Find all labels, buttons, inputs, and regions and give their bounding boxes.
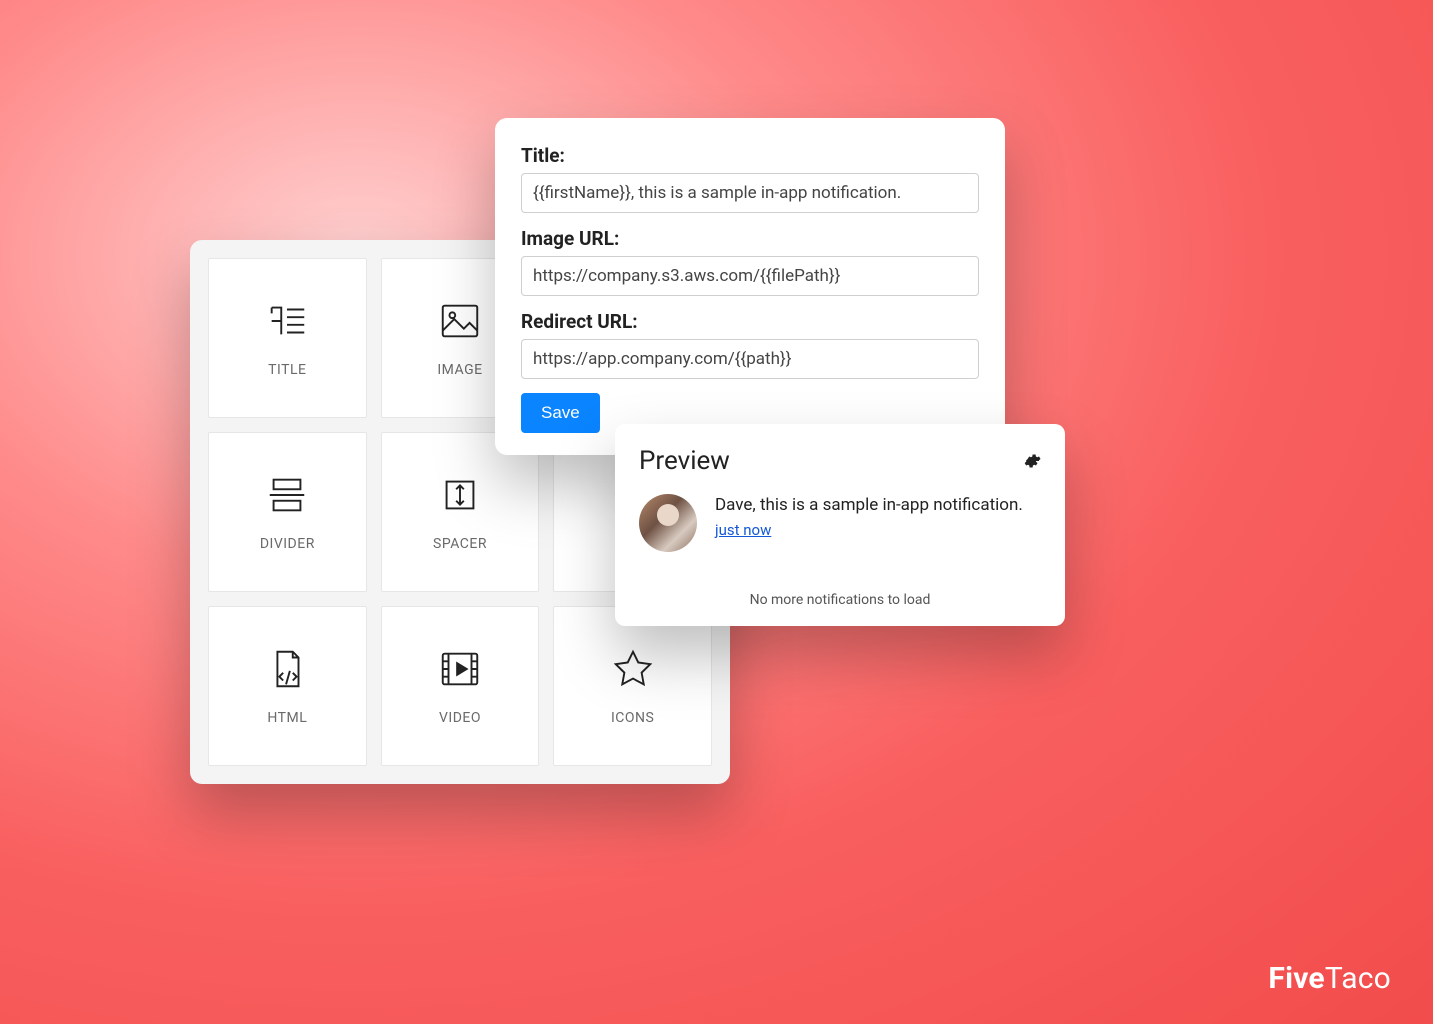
notification-message: Dave, this is a sample in-app notificati… [715, 494, 1041, 517]
spacer-icon [437, 472, 483, 522]
tile-label: DIVIDER [260, 536, 315, 552]
stage: TITLE IMAGE DIVIDER SPACER [0, 0, 1433, 1024]
field-image-url: Image URL: [521, 227, 979, 296]
title-icon [264, 298, 310, 348]
notification-time[interactable]: just now [715, 521, 771, 539]
palette-tile-divider[interactable]: DIVIDER [208, 432, 367, 592]
tile-label: VIDEO [439, 710, 481, 726]
star-icon [610, 646, 656, 696]
tile-label: ICONS [611, 710, 654, 726]
field-title: Title: [521, 144, 979, 213]
tile-label: IMAGE [437, 362, 482, 378]
title-input[interactable] [521, 173, 979, 213]
title-label: Title: [521, 144, 979, 167]
image-url-input[interactable] [521, 256, 979, 296]
palette-tile-title[interactable]: TITLE [208, 258, 367, 418]
tile-label: TITLE [268, 362, 306, 378]
redirect-url-input[interactable] [521, 339, 979, 379]
notification-item[interactable]: Dave, this is a sample in-app notificati… [639, 494, 1041, 552]
gear-icon[interactable] [1023, 452, 1041, 470]
video-icon [437, 646, 483, 696]
tile-label: HTML [267, 710, 307, 726]
brand-part1: Five [1268, 961, 1324, 996]
save-button[interactable]: Save [521, 393, 600, 433]
brand-part2: Taco [1325, 961, 1391, 996]
html-icon [264, 646, 310, 696]
brand-logo: FiveTaco [1268, 961, 1391, 996]
field-redirect-url: Redirect URL: [521, 310, 979, 379]
palette-tile-video[interactable]: VIDEO [381, 606, 540, 766]
palette-tile-html[interactable]: HTML [208, 606, 367, 766]
preview-header: Preview [639, 446, 1041, 476]
preview-title: Preview [639, 446, 730, 476]
palette-tile-spacer[interactable]: SPACER [381, 432, 540, 592]
divider-icon [264, 472, 310, 522]
notification-form: Title: Image URL: Redirect URL: Save [495, 118, 1005, 455]
avatar [639, 494, 697, 552]
notification-body: Dave, this is a sample in-app notificati… [715, 494, 1041, 539]
preview-panel: Preview Dave, this is a sample in-app no… [615, 424, 1065, 626]
redirect-url-label: Redirect URL: [521, 310, 979, 333]
tile-label: SPACER [433, 536, 487, 552]
palette-tile-icons[interactable]: ICONS [553, 606, 712, 766]
no-more-notifications: No more notifications to load [639, 592, 1041, 608]
image-icon [437, 298, 483, 348]
image-url-label: Image URL: [521, 227, 979, 250]
